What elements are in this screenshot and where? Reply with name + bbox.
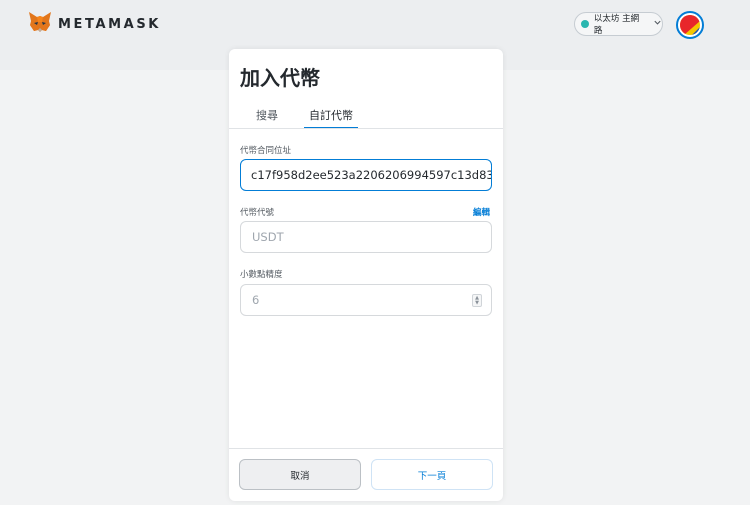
footer-divider: [229, 448, 503, 449]
next-button[interactable]: 下一頁: [371, 459, 493, 490]
tab-search[interactable]: 搜尋: [244, 107, 290, 129]
identicon-icon: [680, 15, 700, 35]
contract-address-value: c17f958d2ee523a2206206994597c13d831ec7: [251, 168, 491, 182]
page-title: 加入代幣: [240, 66, 320, 90]
add-token-dialog: 加入代幣 搜尋 自訂代幣 代幣合同位址 c17f958d2ee523a22062…: [229, 49, 503, 501]
contract-address-input[interactable]: c17f958d2ee523a2206206994597c13d831ec7: [240, 159, 492, 191]
chevron-down-icon: [647, 18, 662, 30]
edit-symbol-link[interactable]: 編輯: [473, 206, 490, 218]
fox-icon: [28, 11, 52, 37]
brand-wordmark: METAMASK: [58, 16, 161, 32]
tab-bar: 搜尋 自訂代幣: [229, 107, 503, 129]
token-symbol-value: USDT: [252, 230, 284, 244]
network-status-dot: [581, 20, 589, 28]
tab-divider: [229, 128, 503, 129]
decimals-label: 小數點精度: [240, 270, 283, 280]
tab-custom-token[interactable]: 自訂代幣: [304, 107, 358, 129]
chevron-down-icon: ▼: [475, 299, 479, 306]
token-symbol-label: 代幣代號: [240, 208, 275, 218]
account-avatar[interactable]: [676, 11, 704, 39]
decimals-stepper[interactable]: ▲ ▼: [472, 294, 482, 307]
contract-address-label: 代幣合同位址: [240, 146, 292, 156]
decimals-input[interactable]: 6 ▲ ▼: [240, 284, 492, 316]
metamask-logo[interactable]: METAMASK: [28, 12, 161, 36]
network-selector[interactable]: 以太坊 主網路: [574, 12, 663, 36]
cancel-button[interactable]: 取消: [239, 459, 361, 490]
decimals-value: 6: [252, 293, 260, 307]
token-symbol-input[interactable]: USDT: [240, 221, 492, 253]
network-label: 以太坊 主網路: [593, 14, 640, 36]
